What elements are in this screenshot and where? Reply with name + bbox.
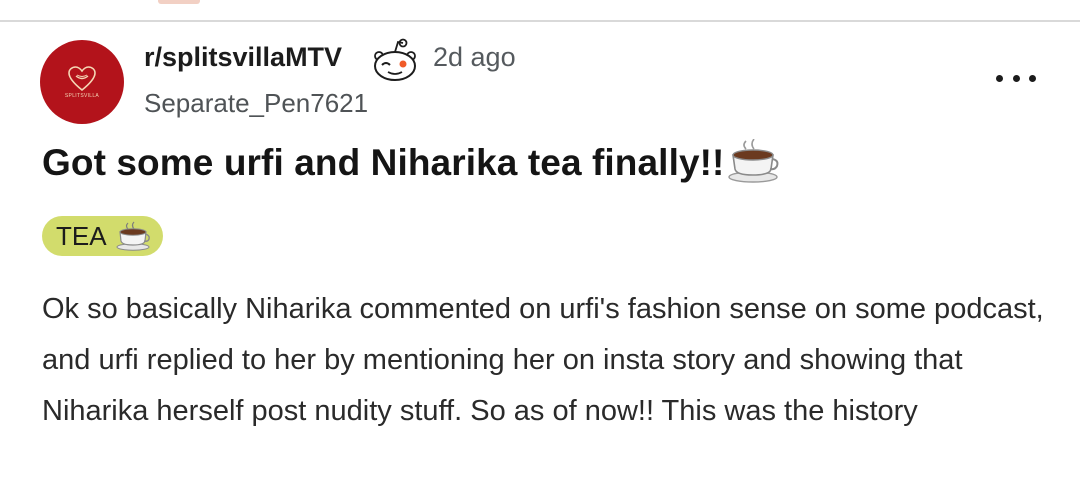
post-body[interactable]: Ok so basically Niharika commented on ur… [42,284,1052,437]
dot [1029,74,1036,82]
top-divider [0,0,1080,22]
subreddit-name[interactable]: r/splitsvillaMTV [144,42,342,73]
dot [996,74,1003,82]
post-flair[interactable]: TEA [42,216,163,256]
author-username[interactable]: Separate_Pen7621 [144,88,368,119]
subreddit-avatar[interactable]: SPLITSVILLA [40,40,124,124]
post-title[interactable]: Got some urfi and Niharika tea finally!! [42,139,780,187]
heart-logo-icon [68,65,96,91]
post-timestamp: 2d ago [433,42,516,72]
snoo-icon [374,38,416,81]
more-options-icon[interactable] [996,68,1036,88]
avatar-text: SPLITSVILLA [64,92,100,99]
hot-beverage-icon [116,221,150,251]
hot-beverage-icon [728,139,779,183]
dot [1012,74,1020,82]
post-title-text: Got some urfi and Niharika tea finally!! [42,142,725,183]
top-edge-indicator [158,0,200,4]
post-card[interactable]: SPLITSVILLA r/splitsvillaMTV 2d ago Sepa… [0,24,1080,489]
flair-label: TEA [56,220,107,251]
